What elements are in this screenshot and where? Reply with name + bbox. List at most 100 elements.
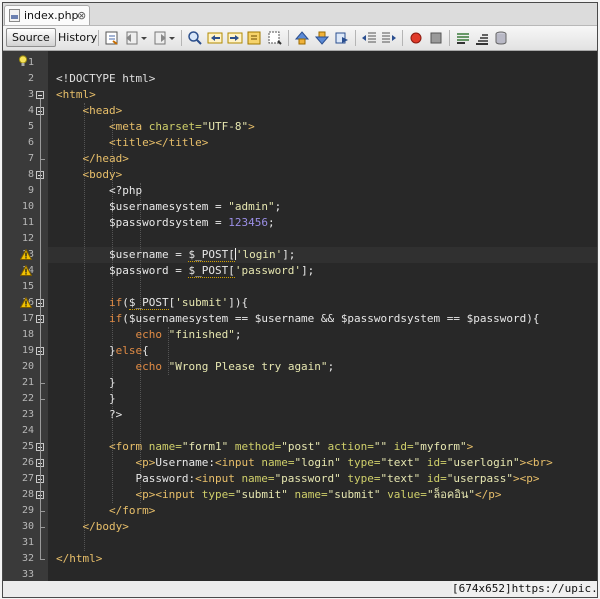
code-line[interactable]: ?> <box>56 407 122 423</box>
code-token: "submit" <box>327 488 388 501</box>
code-line[interactable]: <?php <box>56 183 142 199</box>
code-token: } <box>108 344 116 357</box>
code-token: { <box>142 344 149 357</box>
code-editor[interactable]: 1234567891011121314151617181920212223242… <box>3 51 597 581</box>
fold-guide <box>40 451 41 511</box>
code-line[interactable]: <body> <box>56 167 123 183</box>
comment-icon[interactable] <box>455 30 471 46</box>
code-token: > <box>248 120 255 133</box>
line-number: 19 <box>21 345 34 356</box>
code-token: $password <box>466 312 527 325</box>
warning-icon[interactable] <box>20 297 32 308</box>
stop-macro-icon[interactable] <box>428 30 444 46</box>
tab-bar: index.php ⊗ <box>3 3 597 26</box>
line-number-gutter[interactable]: 1234567891011121314151617181920212223242… <box>3 51 48 581</box>
code-line[interactable]: <html> <box>56 87 96 103</box>
history-button[interactable]: History <box>52 28 103 47</box>
code-token: 'submit' <box>175 296 229 309</box>
code-line[interactable]: </head> <box>56 151 129 167</box>
start-macro-icon[interactable] <box>408 30 424 46</box>
database-icon[interactable] <box>493 30 509 46</box>
shift-right-icon[interactable] <box>381 30 397 46</box>
source-button[interactable]: Source <box>6 28 56 47</box>
code-line[interactable]: <head> <box>56 103 123 119</box>
next-bookmark-icon[interactable] <box>314 30 330 46</box>
close-icon[interactable]: ⊗ <box>77 6 86 25</box>
shift-left-icon[interactable] <box>361 30 377 46</box>
code-line[interactable]: $passwordsystem = 123456; <box>56 215 275 231</box>
code-token: "Wrong Please try again" <box>168 360 328 373</box>
code-text-area[interactable]: <!DOCTYPE html> <html> <head> <meta chars… <box>48 51 597 581</box>
code-token: <meta <box>108 120 149 133</box>
code-line[interactable]: echo "finished"; <box>56 327 241 343</box>
code-token: </html> <box>56 552 103 565</box>
code-token: $_POST[ <box>188 248 235 262</box>
line-number: 31 <box>21 537 34 548</box>
code-token: </form> <box>108 504 156 517</box>
code-line[interactable]: <form name="form1" method="post" action=… <box>56 439 473 455</box>
back-icon[interactable] <box>124 30 140 46</box>
code-line[interactable]: <p>Username:<input name="login" type="te… <box>56 455 552 471</box>
code-token: "text" <box>380 472 427 485</box>
code-line[interactable]: </form> <box>56 503 155 519</box>
code-line[interactable]: if($_POST['submit']){ <box>56 295 248 311</box>
code-token: ; <box>327 360 335 373</box>
code-token: ]; <box>301 264 315 277</box>
find-next-icon[interactable] <box>227 30 243 46</box>
toggle-highlight-icon[interactable] <box>247 30 263 46</box>
chevron-down-icon[interactable] <box>140 30 148 46</box>
code-line[interactable]: echo "Wrong Please try again"; <box>56 359 334 375</box>
code-line[interactable]: <p><input type="submit" name="submit" va… <box>56 487 501 503</box>
code-token: ){ <box>526 312 540 325</box>
code-token: "userlogin" <box>446 456 520 469</box>
warning-icon[interactable] <box>20 249 32 260</box>
find-selection-icon[interactable] <box>187 30 203 46</box>
code-token: name= <box>241 472 275 485</box>
code-token: ?> <box>108 408 123 421</box>
previous-bookmark-icon[interactable] <box>294 30 310 46</box>
code-line[interactable]: } <box>56 375 116 391</box>
code-token: $passwordsystem <box>108 216 209 229</box>
code-token: <p> <box>135 456 156 469</box>
code-line[interactable]: <meta charset="UTF-8"> <box>56 119 255 135</box>
fold-guide-end <box>40 383 45 384</box>
code-token: = <box>208 216 229 229</box>
code-token: $username <box>254 312 315 325</box>
code-line[interactable]: </html> <box>56 551 102 567</box>
code-line[interactable]: if($usernamesystem == $username && $pass… <box>56 311 540 327</box>
chevron-down-icon[interactable] <box>168 30 176 46</box>
code-line[interactable]: $usernamesystem = "admin"; <box>56 199 281 215</box>
code-token: id= <box>393 440 414 453</box>
code-token: if <box>108 296 123 309</box>
warning-icon[interactable] <box>20 265 32 276</box>
code-line[interactable]: $username = $_POST['login']; <box>56 247 295 263</box>
code-line[interactable]: } <box>56 391 116 407</box>
toggle-rectangular-icon[interactable] <box>267 30 283 46</box>
code-line[interactable]: Password:<input name="password" type="te… <box>56 471 539 487</box>
code-line[interactable]: <title></title> <box>56 135 208 151</box>
code-token: action= <box>327 440 374 453</box>
code-line[interactable]: <!DOCTYPE html> <box>56 71 155 87</box>
code-token: id= <box>426 472 447 485</box>
code-line[interactable]: </body> <box>56 519 129 535</box>
line-number: 25 <box>21 441 34 452</box>
code-token: 'login' <box>235 248 283 261</box>
code-line[interactable]: }else{ <box>56 343 149 359</box>
code-token: value= <box>387 488 427 501</box>
code-token: <input <box>195 472 242 485</box>
fold-toggle-icon[interactable] <box>36 91 44 99</box>
uncomment-icon[interactable] <box>474 30 490 46</box>
tab-index-php[interactable]: index.php ⊗ <box>4 5 90 25</box>
last-edit-icon[interactable] <box>104 30 120 46</box>
toggle-bookmark-icon[interactable] <box>334 30 350 46</box>
code-token: Username: <box>155 456 215 469</box>
find-previous-icon[interactable] <box>207 30 223 46</box>
code-line[interactable]: $password = $_POST['password']; <box>56 263 314 279</box>
forward-icon[interactable] <box>152 30 168 46</box>
